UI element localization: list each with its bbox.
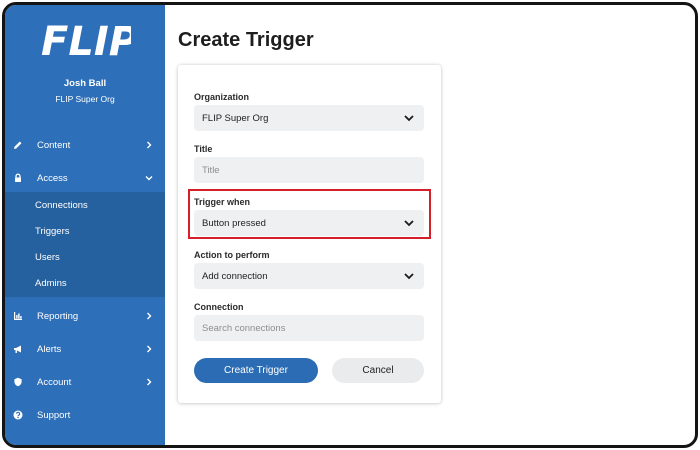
sidebar-item-access[interactable]: Access <box>5 163 165 193</box>
sidebar-item-label: Account <box>37 376 72 388</box>
sidebar-subitem-users[interactable]: Users <box>5 244 165 270</box>
sidebar-item-label: Alerts <box>37 343 62 355</box>
action-select[interactable]: Add connection <box>194 263 424 289</box>
user-name: Josh Ball <box>63 78 107 89</box>
app-window: FLIP Josh Ball FLIP Super Org Content Ac… <box>2 2 698 448</box>
trigger-when-select[interactable]: Button pressed <box>194 210 424 236</box>
title-input[interactable]: Title <box>194 157 424 183</box>
sidebar-item-alerts[interactable]: Alerts <box>5 334 165 364</box>
cancel-button[interactable]: Cancel <box>332 358 424 383</box>
lock-icon <box>15 173 21 182</box>
megaphone-icon <box>14 345 21 353</box>
bar-chart-icon <box>14 312 22 320</box>
access-submenu: Connections Triggers Users Admins <box>5 192 165 297</box>
chevron-down-icon <box>145 176 153 181</box>
sidebar-item-support[interactable]: Support <box>5 400 165 430</box>
sidebar-item-reporting[interactable]: Reporting <box>5 301 165 331</box>
create-trigger-button[interactable]: Create Trigger <box>194 358 318 383</box>
user-org: FLIP Super Org <box>55 94 115 104</box>
sidebar-subitem-connections[interactable]: Connections <box>5 192 165 218</box>
chevron-right-icon <box>147 141 152 149</box>
sidebar: FLIP Josh Ball FLIP Super Org Content Ac… <box>5 5 165 445</box>
organization-label: Organization <box>194 92 250 102</box>
page-title: Create Trigger <box>178 29 314 51</box>
action-value: Add connection <box>202 270 268 282</box>
pencil-icon <box>14 141 22 149</box>
sidebar-item-label: Content <box>37 139 71 151</box>
connection-placeholder: Search connections <box>202 322 286 334</box>
organization-value: FLIP Super Org <box>202 112 269 124</box>
shield-icon <box>14 377 22 387</box>
organization-select[interactable]: FLIP Super Org <box>194 105 424 131</box>
sidebar-item-account[interactable]: Account <box>5 367 165 397</box>
trigger-when-label: Trigger when <box>194 197 251 207</box>
logo-text: FLIP <box>41 19 131 63</box>
sidebar-subitem-admins[interactable]: Admins <box>5 270 165 296</box>
sidebar-item-label: Reporting <box>37 310 79 322</box>
chevron-right-icon <box>147 345 152 353</box>
flip-logo: FLIP <box>41 19 131 63</box>
chevron-down-icon <box>404 220 414 227</box>
title-label: Title <box>194 144 213 154</box>
chevron-down-icon <box>404 273 414 280</box>
connection-search-input[interactable]: Search connections <box>194 315 424 341</box>
question-icon <box>13 410 23 420</box>
sidebar-subitem-triggers[interactable]: Triggers <box>5 218 165 244</box>
action-label: Action to perform <box>194 250 270 260</box>
sidebar-item-content[interactable]: Content <box>5 130 165 160</box>
chevron-right-icon <box>147 378 152 386</box>
sidebar-item-label: Access <box>37 172 68 184</box>
trigger-when-value: Button pressed <box>202 217 266 229</box>
title-placeholder: Title <box>202 164 220 176</box>
sidebar-item-label: Support <box>37 409 71 421</box>
connection-label: Connection <box>194 302 244 312</box>
chevron-down-icon <box>404 115 414 122</box>
create-trigger-form: Organization FLIP Super Org Title Title … <box>178 65 441 403</box>
chevron-right-icon <box>147 312 152 320</box>
